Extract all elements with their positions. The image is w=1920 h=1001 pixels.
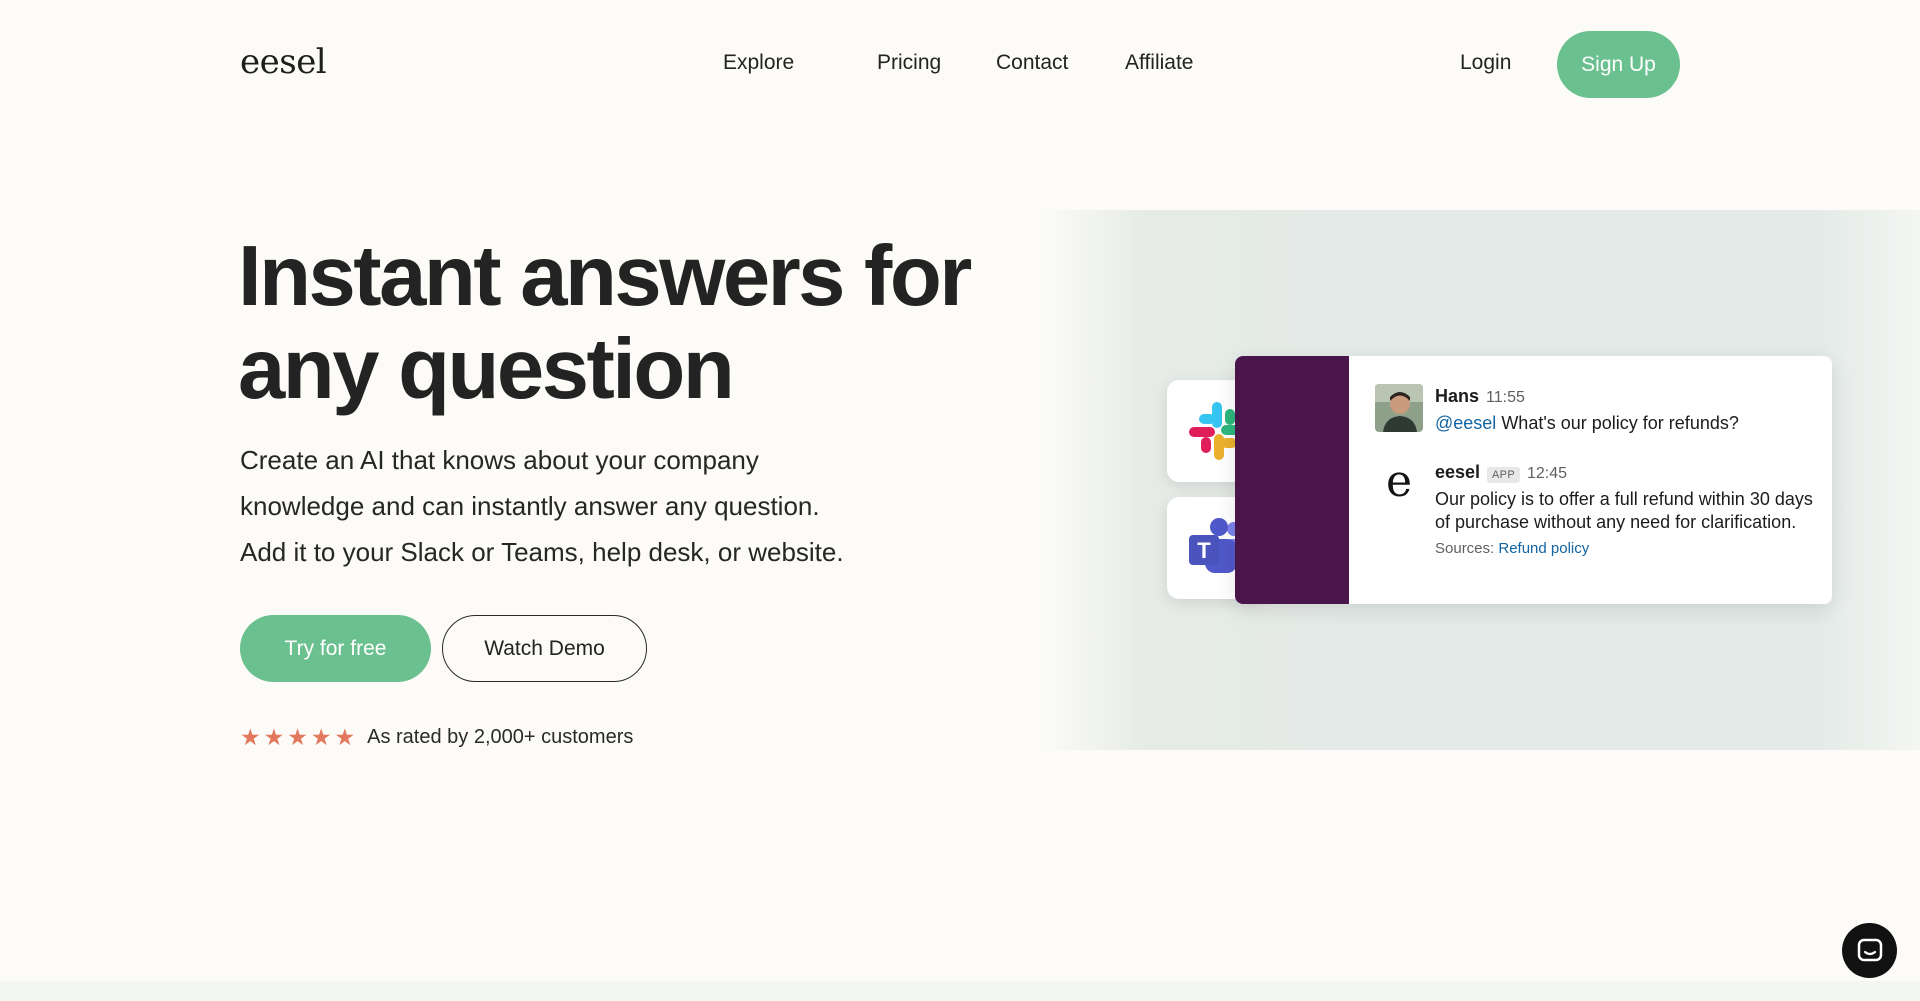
next-section-edge xyxy=(0,981,1920,1001)
rating-text: As rated by 2,000+ customers xyxy=(367,725,634,748)
user-avatar xyxy=(1375,384,1423,432)
message-sources: Sources: Refund policy xyxy=(1435,537,1815,560)
star-icon: ★ xyxy=(310,723,332,750)
hero-description-line-1: Create an AI that knows about your compa… xyxy=(240,445,759,475)
nav-pricing-link[interactable]: Pricing xyxy=(877,51,941,75)
top-navigation: eesel Explore Pricing Contact Affiliate … xyxy=(0,0,1920,130)
sign-up-button[interactable]: Sign Up xyxy=(1557,31,1680,98)
hero-description: Create an AI that knows about your compa… xyxy=(240,437,920,575)
try-for-free-button[interactable]: Try for free xyxy=(240,615,431,682)
message-header: eesel APP 12:45 xyxy=(1435,462,1567,483)
message-text: Our policy is to offer a full refund wit… xyxy=(1435,488,1815,560)
star-icon: ★ xyxy=(263,723,285,750)
watch-demo-button[interactable]: Watch Demo xyxy=(442,615,647,682)
message-header: Hans 11:55 xyxy=(1435,386,1525,407)
hero-title-line-1: Instant answers for xyxy=(238,229,972,324)
message-timestamp: 11:55 xyxy=(1486,389,1525,406)
message-timestamp: 12:45 xyxy=(1526,465,1568,482)
nav-affiliate-link[interactable]: Affiliate xyxy=(1125,51,1194,75)
question-text: What's our policy for refunds? xyxy=(1496,413,1739,433)
hero-title-line-2: any question xyxy=(238,322,735,417)
nav-contact-link[interactable]: Contact xyxy=(996,51,1068,75)
chat-launcher-button[interactable] xyxy=(1842,923,1897,978)
refund-policy-link[interactable]: Refund policy xyxy=(1498,540,1589,557)
hero-description-line-2: knowledge and can instantly answer any q… xyxy=(240,491,820,521)
message-text: @eesel What's our policy for refunds? xyxy=(1435,412,1815,435)
star-icon: ★ xyxy=(334,723,356,750)
slack-sidebar xyxy=(1235,356,1349,604)
star-icon: ★ xyxy=(287,723,308,750)
sender-name[interactable]: Hans xyxy=(1435,386,1479,407)
rating-stars: ★ ★ ★ ★ ★ xyxy=(240,723,356,750)
eesel-mention[interactable]: @eesel xyxy=(1435,413,1496,433)
eesel-avatar-icon: e xyxy=(1385,456,1413,507)
slack-conversation-window: Hans 11:55 @eesel What's our policy for … xyxy=(1235,356,1832,604)
star-icon: ★ xyxy=(240,723,261,750)
hero-description-line-3: Add it to your Slack or Teams, help desk… xyxy=(240,537,844,567)
eesel-logo[interactable]: eesel xyxy=(240,42,327,82)
chat-bubble-icon xyxy=(1857,938,1882,961)
sources-label: Sources: xyxy=(1435,540,1499,557)
sender-name[interactable]: eesel xyxy=(1435,462,1480,483)
svg-text:T: T xyxy=(1197,538,1211,563)
nav-explore-link[interactable]: Explore xyxy=(723,51,794,75)
customer-rating: ★ ★ ★ ★ ★ As rated by 2,000+ customers xyxy=(240,723,633,751)
app-badge: APP xyxy=(1487,467,1520,483)
login-link[interactable]: Login xyxy=(1460,51,1511,75)
answer-text: Our policy is to offer a full refund wit… xyxy=(1435,489,1813,532)
hero-title: Instant answers for any question xyxy=(238,230,978,416)
